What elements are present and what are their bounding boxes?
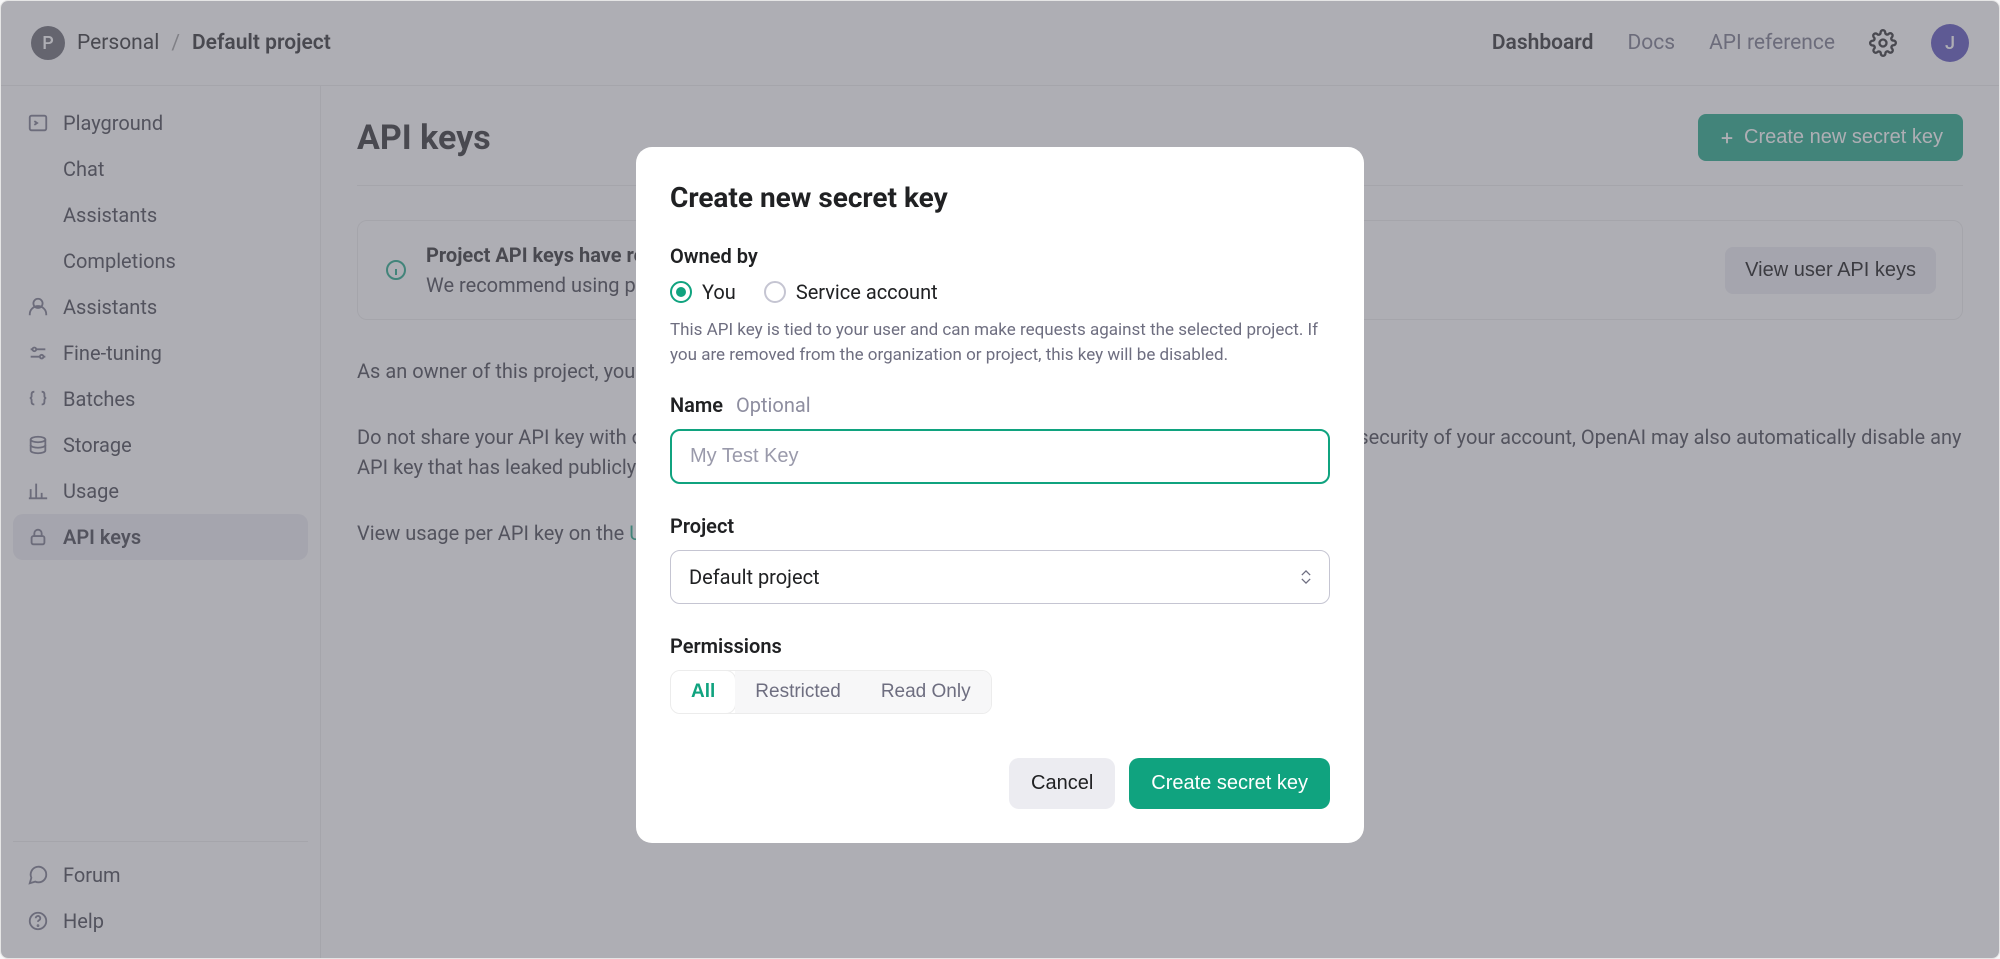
project-select-value: Default project bbox=[689, 565, 820, 589]
perm-restricted[interactable]: Restricted bbox=[735, 671, 861, 713]
radio-you[interactable]: You bbox=[670, 280, 736, 304]
radio-service-label: Service account bbox=[796, 280, 938, 304]
cancel-button[interactable]: Cancel bbox=[1009, 758, 1115, 809]
project-select[interactable]: Default project bbox=[670, 550, 1330, 604]
create-key-modal: Create new secret key Owned by You Servi… bbox=[636, 147, 1364, 843]
modal-title: Create new secret key bbox=[670, 181, 1330, 214]
project-label: Project bbox=[670, 514, 1330, 538]
name-optional: Optional bbox=[736, 393, 811, 417]
modal-overlay[interactable]: Create new secret key Owned by You Servi… bbox=[1, 1, 1999, 958]
owned-by-helper: This API key is tied to your user and ca… bbox=[670, 318, 1330, 367]
permissions-label: Permissions bbox=[670, 634, 1330, 658]
create-secret-key-button[interactable]: Create secret key bbox=[1129, 758, 1330, 809]
radio-you-label: You bbox=[702, 280, 736, 304]
perm-all[interactable]: All bbox=[670, 670, 736, 714]
name-label: Name Optional bbox=[670, 393, 1330, 417]
chevron-updown-icon bbox=[1301, 570, 1311, 584]
key-name-input[interactable] bbox=[670, 429, 1330, 484]
owned-by-label: Owned by bbox=[670, 244, 1330, 268]
perm-readonly[interactable]: Read Only bbox=[861, 671, 991, 713]
radio-service-account[interactable]: Service account bbox=[764, 280, 938, 304]
permissions-segment: All Restricted Read Only bbox=[670, 670, 992, 714]
